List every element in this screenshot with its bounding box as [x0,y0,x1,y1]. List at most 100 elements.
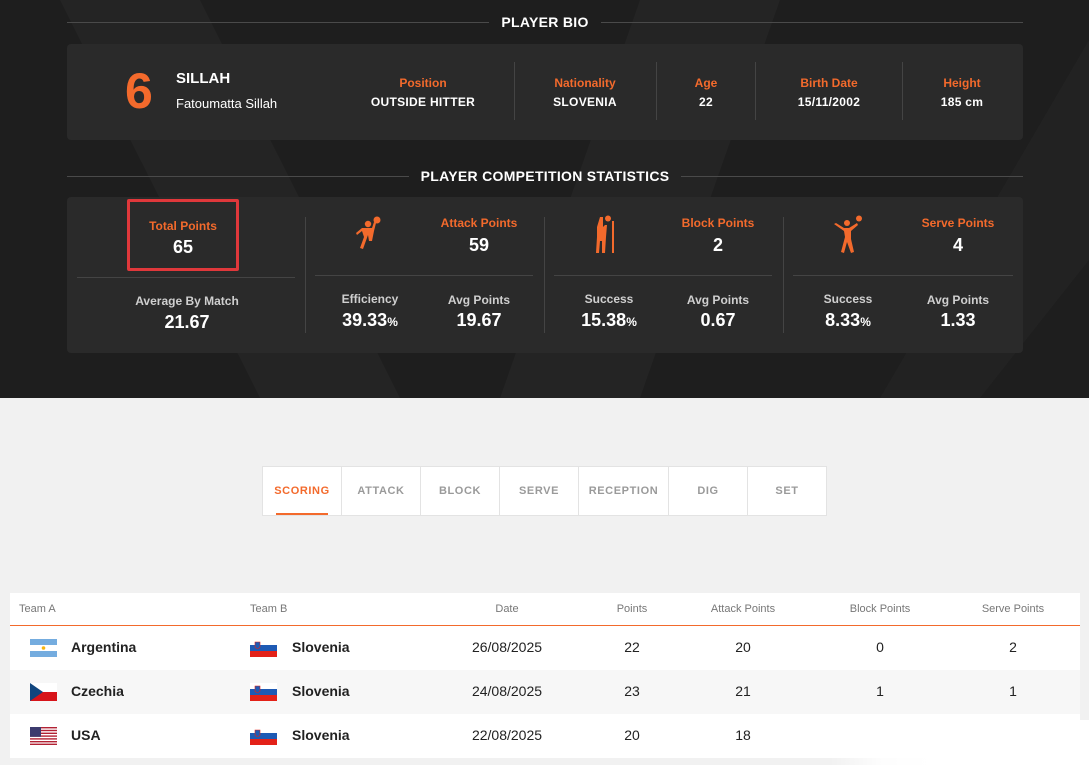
serve-points-value: 2 [1009,639,1017,655]
bio-birth-date-label: Birth Date [800,76,858,90]
divider [544,217,545,333]
attack-efficiency-label: Efficiency [341,292,399,306]
team-b-name: Slovenia [292,727,350,743]
table-row[interactable]: Argentina Slovenia 26/08/2025 22 20 0 2 [10,626,1080,670]
usa-flag-icon [30,727,57,745]
player-bio-card: 6 SILLAH Fatoumatta Sillah Position OUTS… [67,44,1023,140]
block-icon [596,215,614,253]
divider [656,62,657,120]
team-a-name: Czechia [71,683,124,699]
argentina-flag-icon [30,639,57,657]
divider [305,217,306,333]
bio-age-value: 22 [699,95,713,109]
attack-points-value: 59 [468,235,490,255]
divider [755,62,756,120]
team-b-name: Slovenia [292,683,350,699]
competition-stats-title: PLAYER COMPETITION STATISTICS [420,168,670,184]
block-avg-points-value: 0.67 [700,310,736,330]
bio-birth-date-value: 15/11/2002 [797,95,861,109]
table-fade-overlay [830,720,1089,765]
divider [902,62,903,120]
bio-position-label: Position [399,76,447,90]
bio-position: Position OUTSIDE HITTER [363,76,483,109]
serve-icon [834,215,862,253]
serve-avg-points-value: 1.33 [940,310,976,330]
total-points-value: 65 [172,237,194,257]
average-by-match-value: 21.67 [164,312,210,332]
jersey-number: 6 [125,63,153,119]
player-full-name: Fatoumatta Sillah [176,96,278,111]
divider [793,275,1013,276]
tab-attack[interactable]: ATTACK [341,466,421,516]
header-date: Date [495,603,519,615]
slovenia-flag-icon [250,683,277,701]
header-team-b: Team B [250,603,288,615]
attack-points-value: 18 [735,727,751,743]
total-points-highlight [127,199,239,271]
header-attack-points: Attack Points [710,603,776,615]
match-date: 26/08/2025 [471,639,543,655]
attack-points-label: Attack Points [440,216,518,230]
player-last-name: SILLAH [176,70,231,87]
bio-birth-date: Birth Date 15/11/2002 [779,76,879,109]
block-success-label: Success [584,292,634,306]
tab-dig[interactable]: DIG [668,466,748,516]
czechia-flag-icon [30,683,57,701]
divider [514,62,515,120]
bio-height-value: 185 cm [940,95,984,109]
block-points-value: 2 [712,235,723,255]
player-bio-title: PLAYER BIO [501,14,589,30]
header-block-points: Block Points [849,603,911,615]
bio-position-value: OUTSIDE HITTER [370,95,476,109]
player-header-panel: PLAYER BIO 6 SILLAH Fatoumatta Sillah Po… [0,0,1089,398]
stats-tab-bar: SCORING ATTACK BLOCK SERVE RECEPTION DIG… [262,466,827,516]
block-success-value: 15.38% [581,310,637,330]
bio-height-label: Height [943,76,981,90]
points-value: 23 [624,683,640,699]
header-serve-points: Serve Points [981,603,1045,615]
attack-efficiency-value: 39.33% [342,310,398,330]
bio-age: Age 22 [676,76,736,109]
slovenia-flag-icon [250,727,277,745]
bio-height: Height 185 cm [922,76,1002,109]
header-team-a: Team A [19,603,56,615]
tab-block[interactable]: BLOCK [420,466,500,516]
team-b-name: Slovenia [292,639,350,655]
table-row[interactable]: Czechia Slovenia 24/08/2025 23 21 1 1 [10,670,1080,714]
match-date: 22/08/2025 [471,727,543,743]
bio-nationality-value: SLOVENIA [553,95,617,109]
block-points-label: Block Points [681,216,755,230]
serve-points-value: 4 [952,235,963,255]
tab-set[interactable]: SET [747,466,827,516]
divider [315,275,533,276]
slovenia-flag-icon [250,639,277,657]
table-header: Team A Team B Date Points Attack Points … [10,593,1080,626]
header-points: Points [616,603,648,615]
team-a-name: USA [71,727,101,743]
serve-points-label: Serve Points [921,216,995,230]
block-points-value: 1 [876,683,884,699]
block-points-value: 0 [876,639,884,655]
match-date: 24/08/2025 [471,683,543,699]
bio-age-label: Age [694,76,718,90]
block-avg-points-label: Avg Points [686,293,750,307]
attack-icon [356,216,381,249]
divider [783,217,784,333]
attack-avg-points-label: Avg Points [447,293,511,307]
tab-scoring[interactable]: SCORING [262,466,342,516]
serve-avg-points-label: Avg Points [926,293,990,307]
attack-points-value: 21 [735,683,751,699]
competition-stats-heading: PLAYER COMPETITION STATISTICS [67,166,1024,186]
divider [554,275,772,276]
player-bio-heading: PLAYER BIO [67,12,1023,32]
tab-serve[interactable]: SERVE [499,466,579,516]
serve-success-label: Success [823,292,873,306]
team-a-name: Argentina [71,639,137,655]
attack-points-value: 20 [735,639,751,655]
bio-nationality: Nationality SLOVENIA [535,76,635,109]
points-value: 22 [624,639,640,655]
bio-nationality-label: Nationality [554,76,616,90]
tab-reception[interactable]: RECEPTION [578,466,669,516]
serve-points-value: 1 [1009,683,1017,699]
serve-success-value: 8.33% [825,310,871,330]
